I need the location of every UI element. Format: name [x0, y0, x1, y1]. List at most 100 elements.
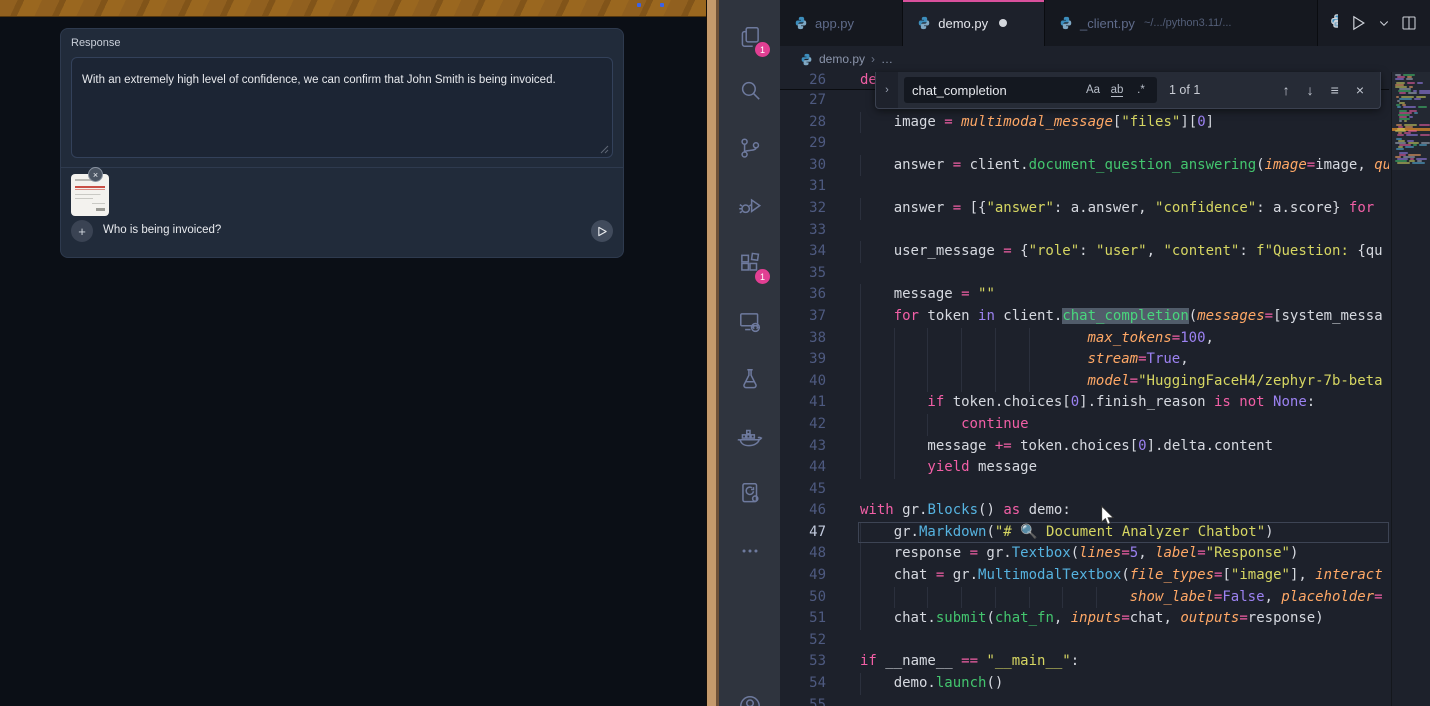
code-line[interactable]: 29 [780, 133, 1389, 155]
code-token: = [1130, 373, 1138, 389]
code-line[interactable]: 39stream=True, [780, 349, 1389, 371]
code-line[interactable]: 55 [780, 695, 1389, 706]
minimap[interactable] [1391, 72, 1430, 706]
code-token: stream [1088, 351, 1139, 367]
code-token: 100 [1180, 330, 1205, 346]
code-line[interactable]: 46with gr.Blocks() as demo: [780, 500, 1389, 522]
code-line[interactable]: 47gr.Markdown("# 🔍 Document Analyzer Cha… [780, 522, 1389, 544]
code-line[interactable]: 35 [780, 263, 1389, 285]
search-icon[interactable] [719, 66, 780, 114]
minimap-row [1397, 106, 1401, 108]
send-button[interactable] [591, 220, 613, 242]
toggle-replace-button[interactable]: › [876, 72, 898, 108]
match-case-button[interactable]: Aa [1081, 84, 1105, 96]
code-lines[interactable]: 2728image = multimodal_message["files"][… [780, 90, 1389, 706]
explorer-icon[interactable]: 1 [719, 13, 780, 61]
code-line[interactable]: 52 [780, 630, 1389, 652]
split-editor-button[interactable] [1400, 14, 1418, 32]
account-icon[interactable] [719, 682, 780, 706]
tab-label: _client.py [1080, 16, 1135, 31]
resize-handle-icon[interactable] [599, 144, 609, 154]
response-label: Response [71, 37, 121, 49]
code-editor[interactable]: 2728image = multimodal_message["files"][… [780, 72, 1430, 706]
run-debug-icon[interactable] [719, 182, 780, 230]
testing-icon[interactable] [719, 355, 780, 403]
code-line[interactable]: 54demo.launch() [780, 673, 1389, 695]
find-match-highlight: chat_completion [1062, 308, 1188, 324]
multimodal-input-row: + Who is being invoiced? [61, 220, 623, 244]
docker-icon[interactable] [719, 413, 780, 461]
code-token: = [970, 545, 978, 561]
code-line[interactable]: 28image = multimodal_message["files"][0] [780, 112, 1389, 134]
code-line[interactable]: 45 [780, 479, 1389, 501]
code-line[interactable]: 49chat = gr.MultimodalTextbox(file_types… [780, 565, 1389, 587]
code-token: yield [927, 459, 969, 475]
line-number: 26 [780, 72, 826, 89]
add-file-button[interactable]: + [71, 220, 93, 242]
next-match-button[interactable]: ↓ [1307, 82, 1314, 98]
find-in-selection-button[interactable]: ≡ [1331, 82, 1339, 98]
code-token: client. [961, 157, 1028, 173]
code-line[interactable]: 48response = gr.Textbox(lines=5, label="… [780, 543, 1389, 565]
find-query[interactable]: chat_completion [912, 83, 1081, 98]
code-line[interactable]: 31 [780, 176, 1389, 198]
code-line[interactable]: 41if token.choices[0].finish_reason is n… [780, 392, 1389, 414]
previous-match-button[interactable]: ↑ [1283, 82, 1290, 98]
code-line[interactable]: 40model="HuggingFaceH4/zephyr-7b-beta [780, 371, 1389, 393]
response-textbox[interactable]: With an extremely high level of confiden… [71, 57, 613, 158]
breadcrumb-file[interactable]: demo.py [819, 52, 865, 66]
source-control-icon[interactable] [719, 124, 780, 172]
code-line[interactable]: 43message += token.choices[0].delta.cont… [780, 436, 1389, 458]
whole-word-button[interactable]: ab [1105, 84, 1129, 96]
minimap-row [1396, 148, 1404, 150]
code-line[interactable]: 42continue [780, 414, 1389, 436]
code-line[interactable]: 38max_tokens=100, [780, 328, 1389, 350]
code-token: ) [1265, 524, 1273, 540]
indent-guide [894, 392, 928, 414]
run-button[interactable] [1348, 13, 1368, 33]
code-line[interactable]: 37for token in client.chat_completion(me… [780, 306, 1389, 328]
find-input[interactable]: chat_completion Aa ab .* [904, 77, 1157, 103]
breadcrumb[interactable]: demo.py › … [780, 46, 1430, 72]
code-token: f"Question: [1256, 243, 1357, 259]
code-line[interactable]: 30answer = client.document_question_answ… [780, 155, 1389, 177]
tab-client-py[interactable]: _client.py ~/.../python3.11/... [1045, 0, 1318, 46]
code-token: {qu [1357, 243, 1382, 259]
code-line[interactable]: 33 [780, 220, 1389, 242]
python-icon [794, 16, 808, 30]
code-token: [system_messa [1273, 308, 1383, 324]
question-input[interactable]: Who is being invoiced? [103, 224, 221, 236]
code-token: ].delta.content [1147, 438, 1273, 454]
code-line[interactable]: 53if __name__ == "__main__": [780, 651, 1389, 673]
regex-button[interactable]: .* [1129, 84, 1153, 96]
chevron-down-icon[interactable] [1378, 17, 1390, 29]
code-token: ( [986, 610, 994, 626]
code-token: "confidence" [1155, 200, 1256, 216]
minimap-row [1419, 124, 1430, 126]
code-token: max_tokens [1088, 330, 1172, 346]
remove-attachment-button[interactable]: × [88, 167, 103, 182]
remote-explorer-icon[interactable] [719, 298, 780, 346]
code-line[interactable]: 34user_message = {"role": "user", "conte… [780, 241, 1389, 263]
left-window-titlebar[interactable] [0, 0, 706, 17]
chat-panel: Response With an extremely high level of… [60, 28, 624, 258]
code-runner-icon[interactable] [719, 469, 780, 517]
code-line[interactable]: 51chat.submit(chat_fn, inputs=chat, outp… [780, 608, 1389, 630]
extensions-icon[interactable]: 1 [719, 240, 780, 288]
tab-app-py[interactable]: app.py [780, 0, 903, 46]
more-actions-icon[interactable] [719, 527, 780, 575]
code-line[interactable]: 44yield message [780, 457, 1389, 479]
code-line[interactable]: 32answer = [{"answer": a.answer, "confid… [780, 198, 1389, 220]
breadcrumb-symbol[interactable]: … [881, 52, 893, 66]
code-line[interactable]: 36message = "" [780, 284, 1389, 306]
indent-guide [995, 328, 1029, 350]
vscode-window: 1 1 [719, 0, 1430, 706]
code-token: "HuggingFaceH4/zephyr-7b-beta [1138, 373, 1382, 389]
tab-demo-py[interactable]: demo.py [903, 0, 1045, 46]
code-token: , [1147, 243, 1164, 259]
code-line[interactable]: 50show_label=False, placeholder= [780, 587, 1389, 609]
line-number: 43 [780, 436, 826, 458]
code-token: gr. [944, 567, 978, 583]
find-nav: ↑ ↓ ≡ × [1283, 82, 1380, 98]
close-find-button[interactable]: × [1356, 82, 1364, 98]
